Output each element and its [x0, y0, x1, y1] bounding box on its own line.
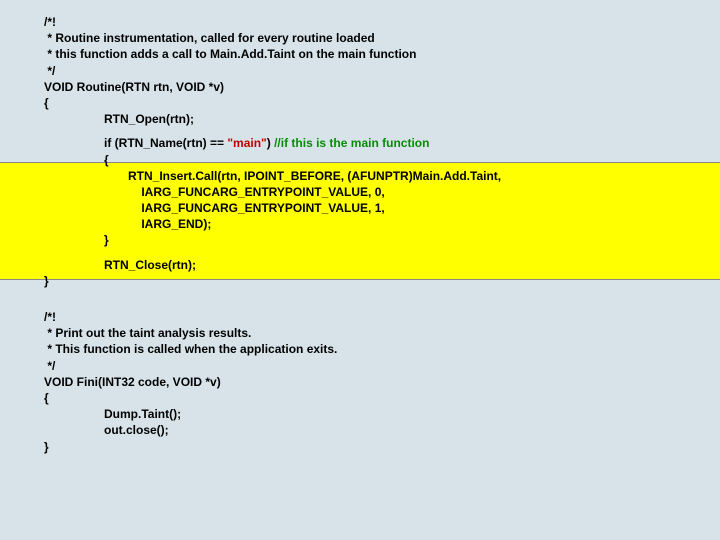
rtn-insert-call: RTN_Insert.Call(rtn, IPOINT_BEFORE, (AFU…	[44, 168, 692, 184]
comment-line: * This function is called when the appli…	[44, 341, 692, 357]
comment-line: /*!	[44, 14, 692, 30]
comment-line: * Routine instrumentation, called for ev…	[44, 30, 692, 46]
comment-line: * this function adds a call to Main.Add.…	[44, 46, 692, 62]
brace-open: {	[44, 95, 692, 111]
string-literal: "main"	[227, 136, 266, 150]
brace-close: }	[44, 273, 692, 289]
inline-comment: //if this is the main function	[274, 136, 429, 150]
code-content: /*! * Routine instrumentation, called fo…	[44, 14, 692, 455]
if-brace-close: }	[44, 232, 692, 248]
dump-taint-call: Dump.Taint();	[44, 406, 692, 422]
rtn-open-call: RTN_Open(rtn);	[44, 111, 692, 127]
comment-line: */	[44, 63, 692, 79]
rtn-insert-arg: IARG_FUNCARG_ENTRYPOINT_VALUE, 0,	[44, 184, 692, 200]
code-slide: /*! * Routine instrumentation, called fo…	[0, 0, 720, 540]
brace-close: }	[44, 439, 692, 455]
routine-signature: VOID Routine(RTN rtn, VOID *v)	[44, 79, 692, 95]
rtn-close-call: RTN_Close(rtn);	[44, 257, 692, 273]
if-brace-open: {	[44, 152, 692, 168]
rtn-insert-arg: IARG_END);	[44, 216, 692, 232]
brace-open: {	[44, 390, 692, 406]
if-main-check: if (RTN_Name(rtn) == "main") //if this i…	[44, 135, 692, 151]
out-close-call: out.close();	[44, 422, 692, 438]
if-prefix: if (RTN_Name(rtn) ==	[104, 136, 227, 150]
rtn-insert-arg: IARG_FUNCARG_ENTRYPOINT_VALUE, 1,	[44, 200, 692, 216]
if-paren-close: )	[267, 136, 274, 150]
comment-line: * Print out the taint analysis results.	[44, 325, 692, 341]
comment-line: */	[44, 358, 692, 374]
fini-signature: VOID Fini(INT32 code, VOID *v)	[44, 374, 692, 390]
comment-line: /*!	[44, 309, 692, 325]
